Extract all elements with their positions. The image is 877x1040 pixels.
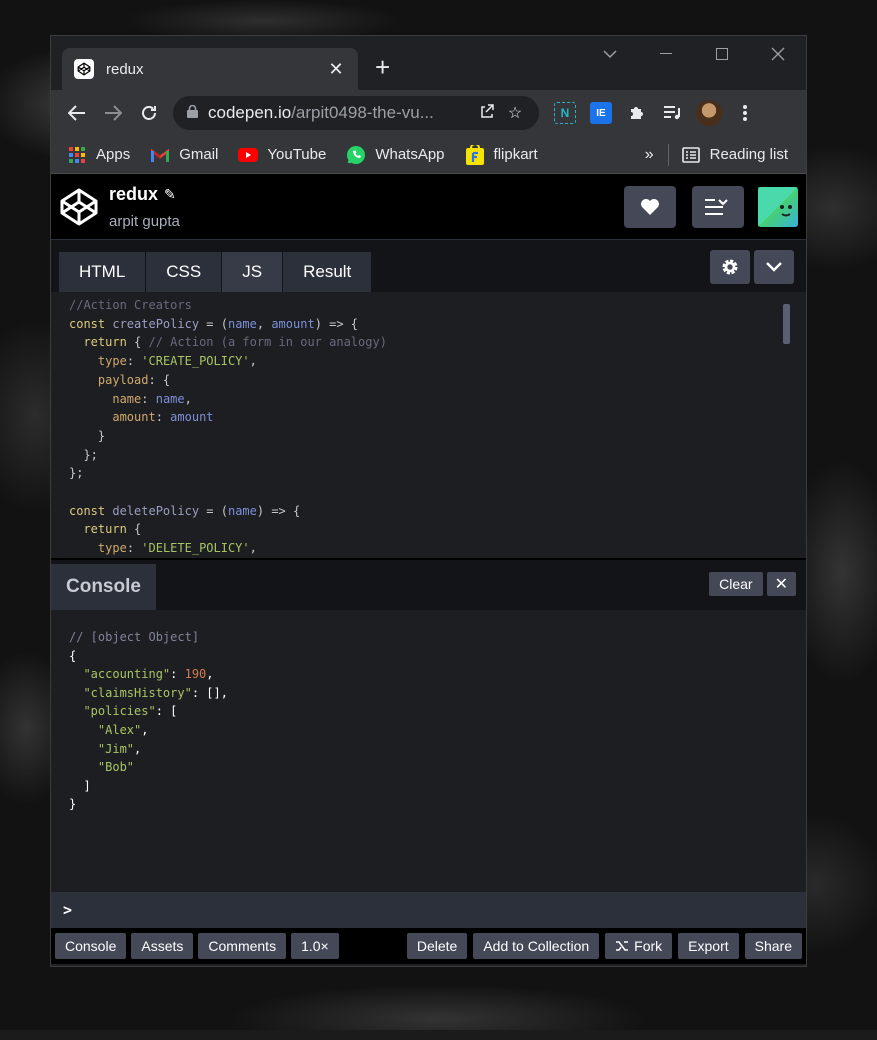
media-queue-icon[interactable] <box>657 97 689 129</box>
address-bar[interactable]: codepen.io/arpit0498-the-vu... ☆ <box>173 96 539 130</box>
editor-footer: Console Assets Comments 1.0× Delete Add … <box>51 928 806 964</box>
add-to-collection-button[interactable]: Add to Collection <box>473 933 600 959</box>
tab-search-icon[interactable] <box>582 36 638 72</box>
share-icon[interactable] <box>473 103 501 124</box>
minimize-icon[interactable] <box>638 36 694 72</box>
maximize-icon[interactable] <box>694 36 750 72</box>
footer-assets-button[interactable]: Assets <box>131 933 194 959</box>
window-controls <box>582 36 806 72</box>
share-button[interactable]: Share <box>744 933 802 959</box>
user-avatar[interactable] <box>758 186 798 227</box>
url-text: codepen.io/arpit0498-the-vu... <box>208 103 434 122</box>
fork-icon <box>616 941 629 951</box>
change-view-button[interactable] <box>692 185 744 228</box>
tab-html[interactable]: HTML <box>59 252 146 292</box>
clear-console-button[interactable]: Clear <box>709 572 763 596</box>
settings-gear-icon[interactable] <box>710 250 750 284</box>
bookmark-apps[interactable]: Apps <box>67 145 130 165</box>
console-output: // [object Object] { "accounting": 190, … <box>51 610 806 892</box>
taskbar <box>0 1030 877 1040</box>
extension-ie-icon[interactable]: IE <box>585 97 617 129</box>
apps-grid-icon <box>67 145 87 165</box>
layout-menu-icon <box>705 198 728 215</box>
codepen-favicon-icon <box>74 59 94 79</box>
browser-tab[interactable]: redux ✕ <box>62 48 358 90</box>
close-console-icon[interactable]: ✕ <box>766 572 796 596</box>
bookmarks-divider <box>667 143 669 166</box>
tab-js[interactable]: JS <box>222 252 283 292</box>
close-window-icon[interactable] <box>750 36 806 72</box>
bookmark-label: YouTube <box>267 146 327 163</box>
console-header: Console Clear ✕ <box>51 558 806 610</box>
reading-list-label: Reading list <box>709 146 788 163</box>
bookmark-label: Gmail <box>179 146 219 163</box>
extension-n-icon[interactable]: N <box>549 97 581 129</box>
footer-comments-button[interactable]: Comments <box>198 933 287 959</box>
bookmarks-bar: Apps Gmail YouTube WhatsApp flipkart » R… <box>51 136 806 174</box>
bookmark-youtube[interactable]: YouTube <box>238 145 326 165</box>
bookmark-label: WhatsApp <box>375 146 445 163</box>
forward-icon[interactable] <box>95 95 131 131</box>
codepen-logo-icon[interactable] <box>59 187 99 227</box>
delete-button[interactable]: Delete <box>406 933 468 959</box>
editor-scrollbar[interactable] <box>783 304 790 344</box>
bookmark-whatsapp[interactable]: WhatsApp <box>346 145 445 165</box>
tab-strip: redux ✕ + <box>51 36 806 90</box>
flipkart-icon <box>465 144 485 165</box>
editor-tab-bar: HTML CSS JS Result <box>51 240 806 292</box>
browser-toolbar: codepen.io/arpit0498-the-vu... ☆ N IE <box>51 90 806 136</box>
bookmark-label: Apps <box>96 146 131 163</box>
heart-icon <box>641 198 659 215</box>
reading-list-icon <box>681 145 701 165</box>
bookmark-star-icon[interactable]: ☆ <box>501 103 529 123</box>
console-prompt-icon: > <box>63 901 73 919</box>
bookmark-flipkart[interactable]: flipkart <box>465 144 538 165</box>
browser-window: redux ✕ + codepen.io/arpit0498-the-vu...… <box>50 35 807 967</box>
tab-title: redux <box>106 60 144 78</box>
chevron-down-icon[interactable] <box>754 250 794 284</box>
fork-label: Fork <box>634 938 663 954</box>
tab-close-icon[interactable]: ✕ <box>326 59 346 80</box>
pen-author[interactable]: arpit gupta <box>109 213 180 230</box>
edit-pencil-icon[interactable]: ✎ <box>164 186 176 203</box>
fork-button[interactable]: Fork <box>605 933 673 959</box>
extensions-puzzle-icon[interactable] <box>621 97 653 129</box>
pen-title[interactable]: redux <box>109 184 158 205</box>
reading-list-button[interactable]: Reading list <box>681 145 788 165</box>
console-input[interactable]: > <box>51 892 806 928</box>
love-button[interactable] <box>624 185 676 228</box>
whatsapp-icon <box>346 145 366 165</box>
js-code-editor[interactable]: //Action Creators const createPolicy = (… <box>51 292 806 558</box>
codepen-header: redux ✎ arpit gupta <box>51 174 806 240</box>
bookmarks-overflow-icon[interactable]: » <box>645 146 654 164</box>
console-title: Console <box>51 564 156 610</box>
footer-console-button[interactable]: Console <box>55 933 127 959</box>
bookmark-gmail[interactable]: Gmail <box>150 145 218 165</box>
lock-icon <box>187 104 198 121</box>
tab-result[interactable]: Result <box>283 252 372 292</box>
profile-avatar[interactable] <box>693 97 725 129</box>
export-button[interactable]: Export <box>678 933 739 959</box>
new-tab-button[interactable]: + <box>375 54 390 80</box>
reload-icon[interactable] <box>131 95 167 131</box>
browser-menu-icon[interactable] <box>729 97 761 129</box>
back-icon[interactable] <box>59 95 95 131</box>
bookmark-label: flipkart <box>493 146 538 163</box>
gmail-icon <box>150 145 170 165</box>
youtube-icon <box>238 145 259 165</box>
pen-info: redux ✎ arpit gupta <box>109 184 180 230</box>
zoom-level-button[interactable]: 1.0× <box>291 933 339 959</box>
tab-css[interactable]: CSS <box>146 252 222 292</box>
